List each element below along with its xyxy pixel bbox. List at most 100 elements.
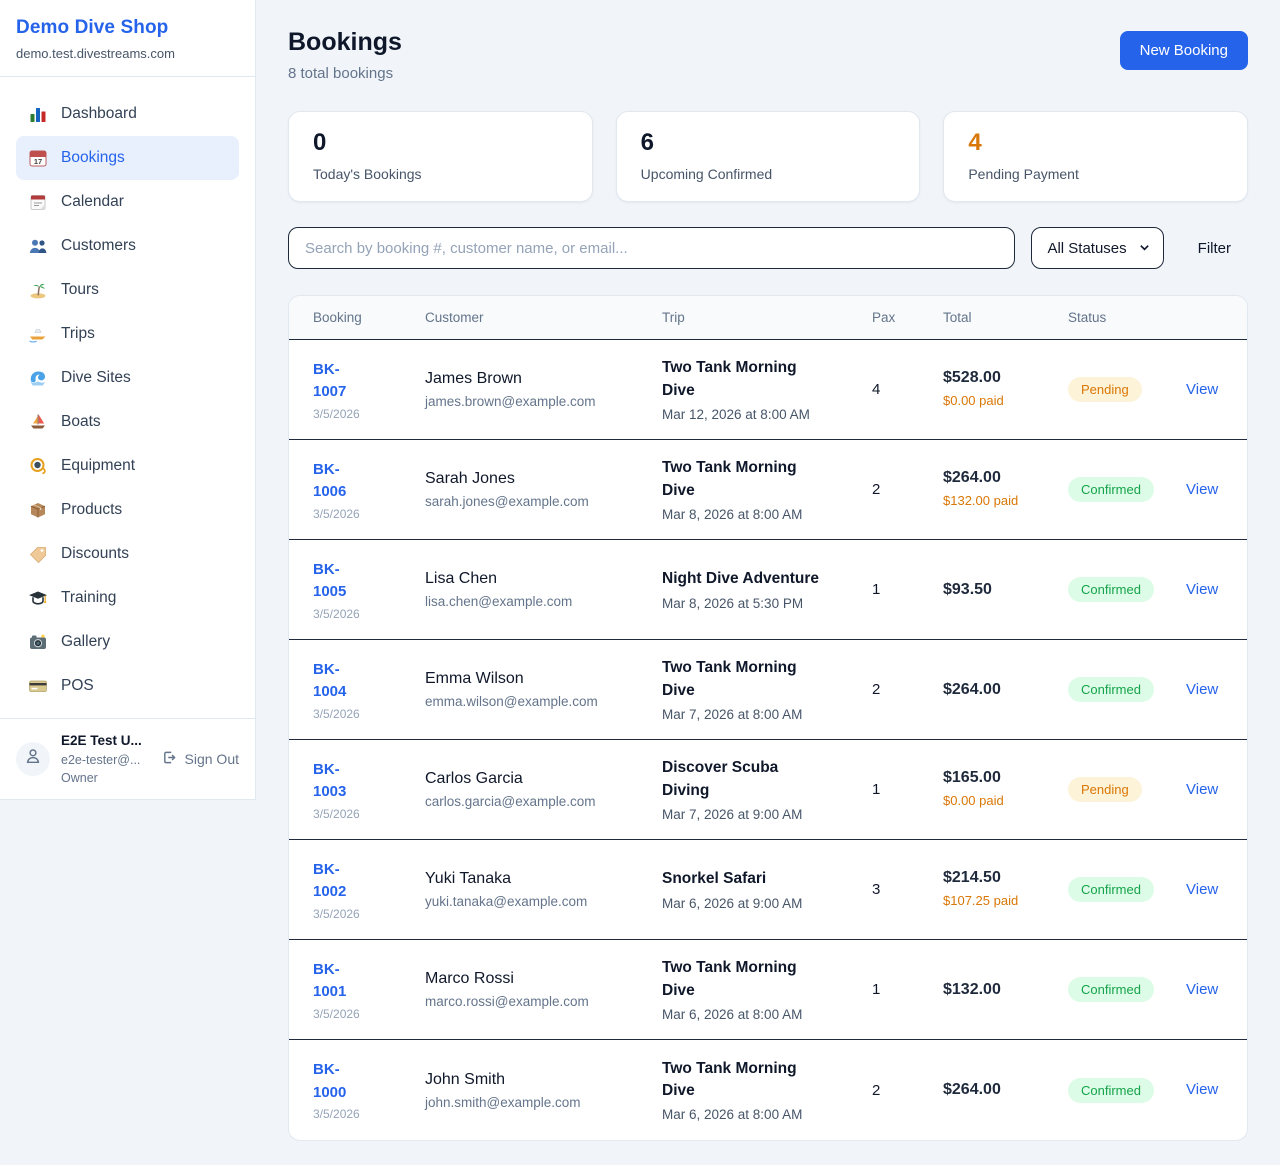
sidebar-item-label: Discounts — [61, 545, 129, 563]
island-icon — [28, 280, 48, 300]
customer-name: Emma Wilson — [425, 670, 662, 688]
status-badge: Confirmed — [1068, 877, 1154, 902]
sidebar-item[interactable]: Trips — [16, 312, 239, 356]
table-body: BK-1007 3/5/2026 James Brown james.brown… — [289, 340, 1247, 1140]
booking-id-link[interactable]: BK-1000 — [313, 1059, 365, 1104]
column-header-pax: Pax — [872, 310, 943, 325]
trip-datetime: Mar 7, 2026 at 9:00 AM — [662, 807, 872, 822]
sidebar-item[interactable]: Customers — [16, 224, 239, 268]
page-title: Bookings — [288, 28, 402, 57]
brand-domain: demo.test.divestreams.com — [16, 46, 239, 61]
customer-email: carlos.garcia@example.com — [425, 794, 662, 809]
view-link[interactable]: View — [1186, 681, 1218, 698]
trip-name: Two Tank Morning Dive — [662, 357, 822, 402]
sidebar-item[interactable]: Equipment — [16, 444, 239, 488]
booking-id-link[interactable]: BK-1004 — [313, 659, 365, 704]
customer-email: sarah.jones@example.com — [425, 494, 662, 509]
sidebar-item-label: Bookings — [61, 149, 125, 167]
credit-card-icon — [28, 676, 48, 696]
package-icon — [28, 500, 48, 520]
search-input[interactable] — [288, 227, 1015, 269]
trip-name: Two Tank Morning Dive — [662, 957, 822, 1002]
sidebar: Demo Dive Shop demo.test.divestreams.com… — [0, 0, 256, 800]
sidebar-item[interactable]: Dive Sites — [16, 356, 239, 400]
speedboat-icon — [28, 324, 48, 344]
booking-id-link[interactable]: BK-1005 — [313, 559, 365, 604]
sidebar-item[interactable]: 17 Bookings — [16, 136, 239, 180]
people-icon — [28, 236, 48, 256]
customer-email: james.brown@example.com — [425, 394, 662, 409]
filter-row: All Statuses Filter — [288, 227, 1248, 269]
booking-id-link[interactable]: BK-1006 — [313, 459, 365, 504]
tearoff-calendar-icon — [28, 192, 48, 212]
brand-name[interactable]: Demo Dive Shop — [16, 17, 239, 39]
sign-out-button[interactable]: Sign Out — [161, 749, 239, 769]
sidebar-item[interactable]: POS — [16, 664, 239, 708]
total-amount: $132.00 — [943, 981, 1068, 999]
status-select[interactable]: All Statuses — [1031, 227, 1163, 269]
paid-amount: $0.00 paid — [943, 792, 1029, 810]
booking-id-link[interactable]: BK-1002 — [313, 859, 365, 904]
stat-card: 0 Today's Bookings — [288, 111, 593, 202]
sidebar-item[interactable]: Tours — [16, 268, 239, 312]
trip-datetime: Mar 6, 2026 at 8:00 AM — [662, 1107, 872, 1122]
sidebar-item[interactable]: Calendar — [16, 180, 239, 224]
view-link[interactable]: View — [1186, 981, 1218, 998]
table-row: BK-1001 3/5/2026 Marco Rossi marco.rossi… — [289, 940, 1247, 1040]
view-link[interactable]: View — [1186, 481, 1218, 498]
sidebar-item[interactable]: Boats — [16, 400, 239, 444]
booking-id-link[interactable]: BK-1001 — [313, 959, 365, 1004]
stat-card: 4 Pending Payment — [943, 111, 1248, 202]
pax-count: 2 — [872, 1082, 943, 1099]
view-link[interactable]: View — [1186, 881, 1218, 898]
trip-datetime: Mar 7, 2026 at 8:00 AM — [662, 707, 872, 722]
booking-id-link[interactable]: BK-1003 — [313, 759, 365, 804]
column-header-trip: Trip — [662, 310, 872, 325]
table-row: BK-1002 3/5/2026 Yuki Tanaka yuki.tanaka… — [289, 840, 1247, 940]
paid-amount: $132.00 paid — [943, 492, 1029, 510]
person-icon — [24, 747, 42, 770]
view-link[interactable]: View — [1186, 381, 1218, 398]
diving-mask-icon — [28, 456, 48, 476]
trip-name: Two Tank Morning Dive — [662, 1058, 822, 1103]
trip-datetime: Mar 6, 2026 at 8:00 AM — [662, 1007, 872, 1022]
sign-out-icon — [161, 749, 178, 769]
booking-id-link[interactable]: BK-1007 — [313, 359, 365, 404]
trip-datetime: Mar 8, 2026 at 8:00 AM — [662, 507, 872, 522]
user-section: E2E Test U... e2e-tester@... Owner Sign … — [0, 718, 255, 799]
sidebar-item-label: Boats — [61, 413, 101, 431]
sidebar-item[interactable]: Products — [16, 488, 239, 532]
trip-datetime: Mar 6, 2026 at 9:00 AM — [662, 896, 872, 911]
sidebar-item-label: Tours — [61, 281, 99, 299]
sidebar-item[interactable]: Training — [16, 576, 239, 620]
sidebar-item[interactable]: Dashboard — [16, 92, 239, 136]
stat-value: 6 — [641, 129, 896, 157]
customer-name: Carlos Garcia — [425, 770, 662, 788]
booking-date: 3/5/2026 — [313, 1007, 425, 1021]
booking-date: 3/5/2026 — [313, 507, 425, 521]
status-badge: Confirmed — [1068, 477, 1154, 502]
booking-date: 3/5/2026 — [313, 707, 425, 721]
status-badge: Confirmed — [1068, 1078, 1154, 1103]
stat-value: 4 — [968, 129, 1223, 157]
pax-count: 2 — [872, 681, 943, 698]
bar-chart-icon — [28, 104, 48, 124]
view-link[interactable]: View — [1186, 781, 1218, 798]
filter-button[interactable]: Filter — [1181, 240, 1248, 257]
sidebar-item-label: Training — [61, 589, 116, 607]
camera-icon — [28, 632, 48, 652]
customer-name: Yuki Tanaka — [425, 870, 662, 888]
booking-date: 3/5/2026 — [313, 1107, 425, 1121]
view-link[interactable]: View — [1186, 1081, 1218, 1098]
pax-count: 1 — [872, 781, 943, 798]
trip-name: Night Dive Adventure — [662, 568, 822, 590]
total-amount: $264.00 — [943, 1081, 1068, 1099]
customer-email: lisa.chen@example.com — [425, 594, 662, 609]
brand-block: Demo Dive Shop demo.test.divestreams.com — [0, 0, 255, 77]
total-amount: $214.50 — [943, 869, 1068, 887]
view-link[interactable]: View — [1186, 581, 1218, 598]
customer-name: Sarah Jones — [425, 470, 662, 488]
sidebar-item[interactable]: Discounts — [16, 532, 239, 576]
sidebar-item[interactable]: Gallery — [16, 620, 239, 664]
new-booking-button[interactable]: New Booking — [1120, 31, 1248, 70]
